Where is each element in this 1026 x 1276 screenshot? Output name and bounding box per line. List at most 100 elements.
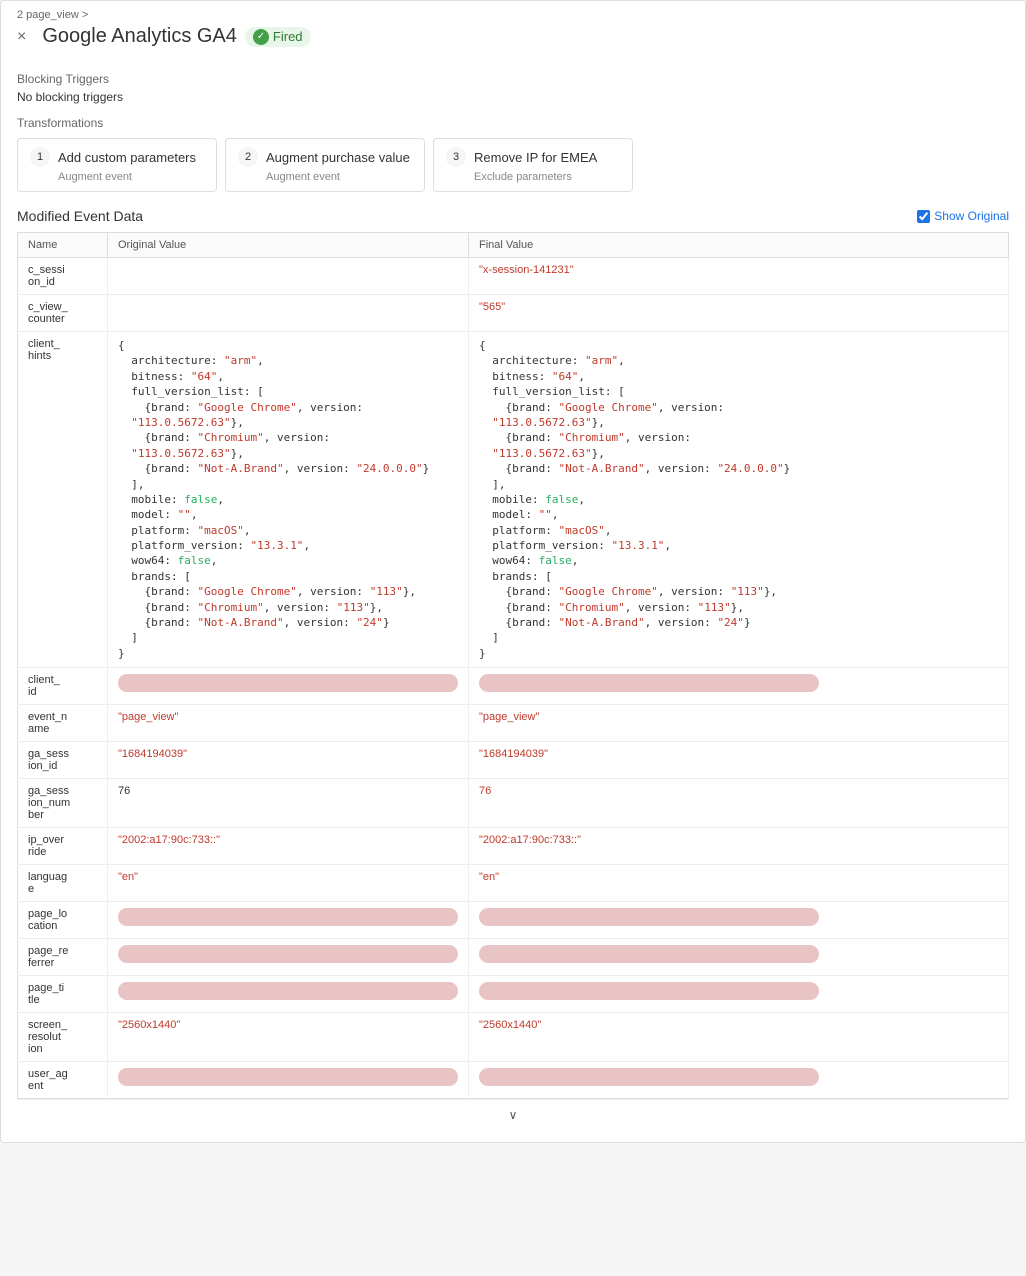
client-hints-final-code: { architecture: "arm", bitness: "64", fu… xyxy=(479,338,998,661)
row-final: "565" xyxy=(469,295,1009,332)
transform-card-2: 2 Augment purchase value Augment event xyxy=(225,138,425,192)
blurred-bar-page-title-orig xyxy=(118,982,458,1000)
page-title: Google Analytics GA4 xyxy=(42,25,237,48)
row-name: page_location xyxy=(18,902,108,939)
table-row: user_agent xyxy=(18,1062,1009,1099)
row-final: "en" xyxy=(469,865,1009,902)
table-row: page_title xyxy=(18,976,1009,1013)
row-name: ga_session_number xyxy=(18,779,108,828)
close-button[interactable]: × xyxy=(17,28,26,46)
main-panel: 2 page_view > × Google Analytics GA4 ✓ F… xyxy=(0,0,1026,1143)
show-original-checkbox[interactable] xyxy=(917,210,930,223)
transform-title-1: Add custom parameters xyxy=(58,150,196,165)
title-row: × Google Analytics GA4 ✓ Fired xyxy=(17,25,1009,48)
breadcrumb: 2 page_view > xyxy=(17,9,1009,21)
blurred-bar-original xyxy=(118,674,458,692)
row-final-blurred xyxy=(469,976,1009,1013)
row-final-blurred xyxy=(469,668,1009,705)
row-final: "2560x1440" xyxy=(469,1013,1009,1062)
row-original-blurred xyxy=(108,1062,469,1099)
fired-label: Fired xyxy=(273,29,303,44)
transform-num-title-3: 3 Remove IP for EMEA xyxy=(446,147,620,167)
table-row: screen_resolution "2560x1440" "2560x1440… xyxy=(18,1013,1009,1062)
table-row: event_name "page_view" "page_view" xyxy=(18,705,1009,742)
row-original: 76 xyxy=(108,779,469,828)
transformations-label: Transformations xyxy=(17,116,1009,130)
table-row: language "en" "en" xyxy=(18,865,1009,902)
row-name: client_hints xyxy=(18,332,108,668)
row-name: client_id xyxy=(18,668,108,705)
blurred-bar-page-ref-final xyxy=(479,945,819,963)
expand-button[interactable]: ∨ xyxy=(17,1099,1009,1130)
row-name: language xyxy=(18,865,108,902)
row-final: 76 xyxy=(469,779,1009,828)
blocking-triggers-label: Blocking Triggers xyxy=(17,72,1009,86)
modified-event-title: Modified Event Data xyxy=(17,208,143,224)
row-final-blurred xyxy=(469,902,1009,939)
row-original-blurred xyxy=(108,668,469,705)
row-name: screen_resolution xyxy=(18,1013,108,1062)
transform-num-3: 3 xyxy=(446,147,466,167)
table-row: c_session_id "x-session-141231" xyxy=(18,258,1009,295)
row-name: c_view_counter xyxy=(18,295,108,332)
row-original xyxy=(108,295,469,332)
blurred-bar-page-ref-orig xyxy=(118,945,458,963)
row-original: "1684194039" xyxy=(108,742,469,779)
transform-num-1: 1 xyxy=(30,147,50,167)
show-original-label[interactable]: Show Original xyxy=(917,209,1009,223)
table-row: client_id xyxy=(18,668,1009,705)
transform-sub-3: Exclude parameters xyxy=(474,171,620,183)
blurred-bar-user-agent-final xyxy=(479,1068,819,1086)
transform-card-3: 3 Remove IP for EMEA Exclude parameters xyxy=(433,138,633,192)
transform-num-title-1: 1 Add custom parameters xyxy=(30,147,204,167)
blurred-bar-user-agent-orig xyxy=(118,1068,458,1086)
col-header-original: Original Value xyxy=(108,233,469,258)
transform-sub-1: Augment event xyxy=(58,171,204,183)
blurred-bar-page-title-final xyxy=(479,982,819,1000)
no-blocking-triggers: No blocking triggers xyxy=(17,90,1009,104)
transformations-row: 1 Add custom parameters Augment event 2 … xyxy=(17,138,1009,192)
col-header-name: Name xyxy=(18,233,108,258)
row-final: "x-session-141231" xyxy=(469,258,1009,295)
table-row: client_hints { architecture: "arm", bitn… xyxy=(18,332,1009,668)
row-original-blurred xyxy=(108,939,469,976)
transform-card-1: 1 Add custom parameters Augment event xyxy=(17,138,217,192)
transform-title-2: Augment purchase value xyxy=(266,150,410,165)
row-name: ip_override xyxy=(18,828,108,865)
table-row: page_referrer xyxy=(18,939,1009,976)
blurred-bar-page-loc-final xyxy=(479,908,819,926)
row-final-code: { architecture: "arm", bitness: "64", fu… xyxy=(469,332,1009,668)
table-row: ip_override "2002:a17:90c:733::" "2002:a… xyxy=(18,828,1009,865)
header-area: 2 page_view > × Google Analytics GA4 ✓ F… xyxy=(1,1,1025,48)
row-name: page_referrer xyxy=(18,939,108,976)
row-original-blurred xyxy=(108,902,469,939)
row-final: "page_view" xyxy=(469,705,1009,742)
row-original: "en" xyxy=(108,865,469,902)
row-final-blurred xyxy=(469,1062,1009,1099)
blurred-bar-page-loc-orig xyxy=(118,908,458,926)
transform-title-3: Remove IP for EMEA xyxy=(474,150,597,165)
fired-badge: ✓ Fired xyxy=(245,27,311,47)
table-row: c_view_counter "565" xyxy=(18,295,1009,332)
row-name: user_agent xyxy=(18,1062,108,1099)
table-row: ga_session_number 76 76 xyxy=(18,779,1009,828)
expand-icon: ∨ xyxy=(509,1108,518,1122)
client-hints-original-code: { architecture: "arm", bitness: "64", fu… xyxy=(118,338,458,661)
row-original xyxy=(108,258,469,295)
col-header-final: Final Value xyxy=(469,233,1009,258)
row-name: c_session_id xyxy=(18,258,108,295)
row-original: "2002:a17:90c:733::" xyxy=(108,828,469,865)
blurred-bar-final xyxy=(479,674,819,692)
row-original: "2560x1440" xyxy=(108,1013,469,1062)
content-area: Blocking Triggers No blocking triggers T… xyxy=(1,48,1025,1142)
row-final: "1684194039" xyxy=(469,742,1009,779)
show-original-text: Show Original xyxy=(934,209,1009,223)
breadcrumb-text: 2 page_view > xyxy=(17,9,88,21)
transform-num-2: 2 xyxy=(238,147,258,167)
row-original: "page_view" xyxy=(108,705,469,742)
table-row: page_location xyxy=(18,902,1009,939)
transform-num-title-2: 2 Augment purchase value xyxy=(238,147,412,167)
row-name: ga_session_id xyxy=(18,742,108,779)
row-original-blurred xyxy=(108,976,469,1013)
table-header-row: Name Original Value Final Value xyxy=(18,233,1009,258)
